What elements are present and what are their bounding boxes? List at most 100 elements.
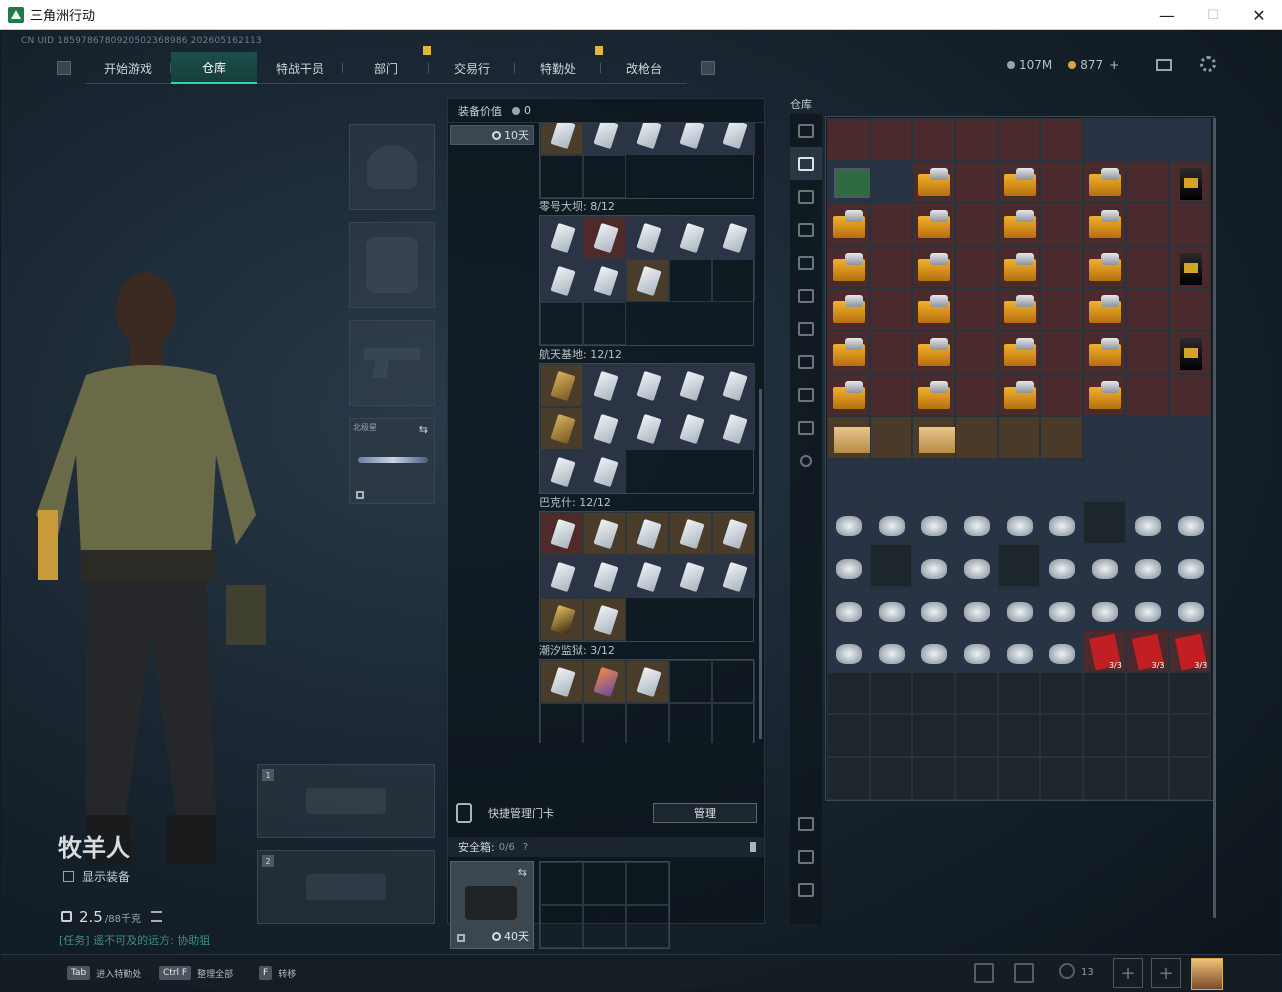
warehouse-slot[interactable] <box>1083 756 1126 800</box>
warehouse-slot[interactable] <box>1168 118 1212 161</box>
help-icon[interactable]: ? <box>523 842 528 853</box>
warehouse-slot[interactable] <box>997 501 1041 544</box>
warehouse-slot[interactable] <box>1125 330 1169 374</box>
primary-weapon-slot-2[interactable]: 2 <box>257 850 435 924</box>
warehouse-slot[interactable] <box>1083 543 1126 587</box>
warehouse-slot[interactable] <box>827 543 870 587</box>
warehouse-slot[interactable] <box>1040 160 1084 204</box>
warehouse-slot[interactable] <box>1083 714 1126 757</box>
warehouse-slot[interactable] <box>869 501 913 544</box>
warehouse-slot[interactable] <box>1125 714 1169 757</box>
warehouse-slot[interactable] <box>1040 245 1084 289</box>
armor-slot[interactable] <box>349 222 435 308</box>
warehouse-slot[interactable] <box>869 330 913 374</box>
warehouse-layers-tab[interactable] <box>790 840 822 873</box>
safe-slot[interactable] <box>540 862 583 905</box>
show-equipment-toggle[interactable]: 显示装备 <box>63 868 130 885</box>
warehouse-slot[interactable] <box>869 714 913 757</box>
warehouse-slot[interactable] <box>997 671 1041 715</box>
card-slot[interactable] <box>540 155 583 198</box>
warehouse-slot[interactable] <box>1040 373 1084 417</box>
warehouse-slot[interactable] <box>997 373 1041 417</box>
warehouse-tab-3[interactable] <box>790 213 822 246</box>
hint-transfer[interactable]: F 转移 <box>259 966 296 980</box>
swap-icon[interactable]: ⇆ <box>518 866 527 879</box>
warehouse-slot[interactable] <box>912 373 956 417</box>
warehouse-slot[interactable] <box>912 586 956 630</box>
warehouse-tab-2[interactable] <box>790 180 822 213</box>
warehouse-slot[interactable] <box>912 714 956 757</box>
warehouse-slot[interactable] <box>955 671 998 715</box>
warehouse-slot[interactable] <box>997 458 1041 502</box>
card-slot[interactable] <box>626 703 669 743</box>
helmet-slot[interactable] <box>349 124 435 210</box>
settings-gear-icon[interactable] <box>1200 56 1216 72</box>
card-slot[interactable] <box>540 123 583 155</box>
warehouse-slot[interactable] <box>827 160 894 204</box>
tab-special-ops[interactable]: 特勤处 <box>515 46 603 84</box>
card-slot[interactable] <box>669 216 712 259</box>
warehouse-slot[interactable] <box>1083 160 1126 204</box>
warehouse-slot[interactable] <box>827 629 870 672</box>
card-slot[interactable] <box>712 259 755 302</box>
card-slot[interactable] <box>583 407 626 450</box>
card-slot[interactable] <box>626 123 669 155</box>
keycard-scrollbar[interactable] <box>759 389 762 739</box>
warehouse-tab-5[interactable] <box>790 279 822 312</box>
card-slot[interactable] <box>583 259 626 302</box>
card-slot[interactable] <box>583 155 626 198</box>
warehouse-slot[interactable] <box>1168 756 1212 800</box>
warehouse-slot[interactable] <box>1083 373 1126 417</box>
warehouse-slot[interactable] <box>997 330 1041 374</box>
pistol-slot[interactable] <box>349 320 435 406</box>
card-slot[interactable] <box>669 660 712 703</box>
checkbox[interactable] <box>63 871 74 882</box>
warehouse-tab-4[interactable] <box>790 246 822 279</box>
card-slot[interactable] <box>712 364 755 407</box>
warehouse-slot[interactable] <box>1125 160 1169 204</box>
warehouse-slot[interactable] <box>997 714 1041 757</box>
card-slot[interactable] <box>583 123 626 155</box>
warehouse-slot[interactable] <box>955 756 998 800</box>
warehouse-slot[interactable] <box>1083 245 1126 289</box>
card-slot[interactable] <box>583 703 626 743</box>
warehouse-slot[interactable] <box>1040 501 1084 544</box>
warehouse-slot[interactable] <box>912 330 956 374</box>
card-slot[interactable] <box>583 302 626 345</box>
warehouse-slot[interactable] <box>955 203 998 246</box>
card-slot[interactable] <box>669 259 712 302</box>
close-button[interactable]: ✕ <box>1236 0 1282 30</box>
card-slot[interactable] <box>626 512 669 555</box>
warehouse-slot[interactable] <box>1125 586 1169 630</box>
card-slot[interactable] <box>583 216 626 259</box>
warehouse-slot[interactable] <box>1168 373 1212 417</box>
warehouse-slot[interactable] <box>1168 245 1212 289</box>
manage-button[interactable]: 管理 <box>653 803 757 823</box>
invite-slot-2[interactable]: + <box>1151 958 1181 988</box>
warehouse-slot[interactable] <box>912 501 956 544</box>
warehouse-slot[interactable] <box>1083 416 1126 459</box>
warehouse-slot[interactable] <box>1040 714 1084 757</box>
warehouse-slot[interactable] <box>912 629 956 672</box>
warehouse-slot[interactable] <box>997 586 1041 630</box>
warehouse-slot[interactable] <box>955 330 998 374</box>
melee-slot[interactable]: 北极星 ⇆ <box>349 418 435 504</box>
warehouse-slot[interactable] <box>1040 756 1084 800</box>
warehouse-slot[interactable] <box>1168 458 1212 502</box>
warehouse-slot[interactable] <box>912 756 956 800</box>
warehouse-slot[interactable] <box>1040 543 1084 587</box>
warehouse-slot[interactable] <box>1040 203 1084 246</box>
warehouse-slot[interactable] <box>955 245 998 289</box>
card-slot[interactable] <box>540 216 583 259</box>
card-slot[interactable] <box>626 216 669 259</box>
warehouse-slot[interactable] <box>1040 586 1084 630</box>
warehouse-slot[interactable] <box>1083 288 1126 331</box>
pin-icon[interactable] <box>750 842 756 852</box>
invite-slot-1[interactable]: + <box>1113 958 1143 988</box>
keycard-scroll-area[interactable]: 零号大坝: 8/12 航天基地: 12/12 巴克什: 12/12 潮汐监狱: … <box>448 123 764 743</box>
warehouse-slot[interactable] <box>869 160 913 204</box>
warehouse-slot[interactable] <box>827 416 890 459</box>
warehouse-slot[interactable] <box>955 288 998 331</box>
safe-slot[interactable] <box>583 862 626 905</box>
warehouse-slot[interactable] <box>1168 416 1212 459</box>
